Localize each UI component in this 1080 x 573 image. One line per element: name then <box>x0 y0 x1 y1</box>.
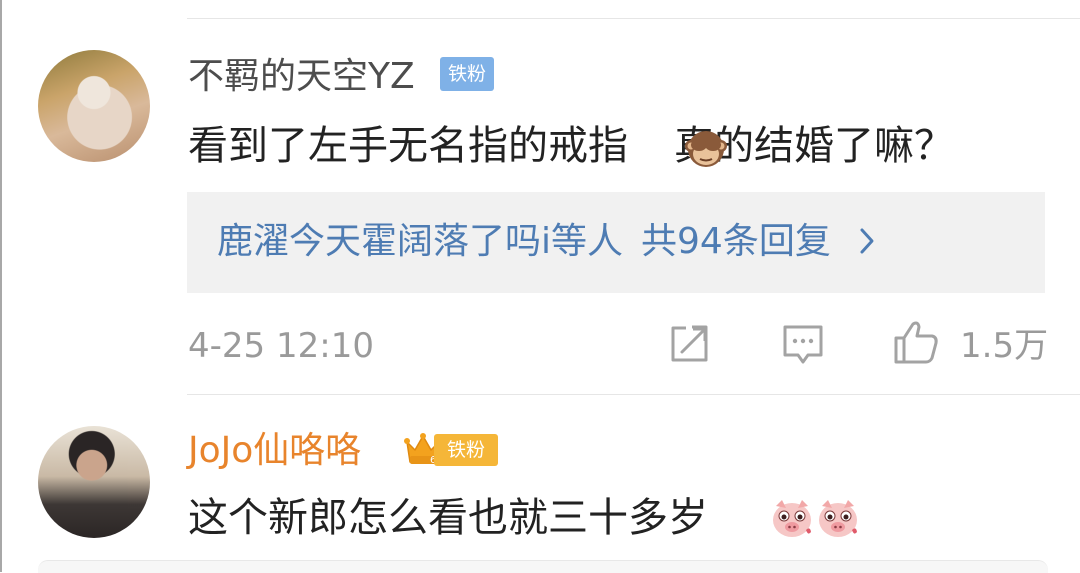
pig-face-icon <box>773 500 811 537</box>
avatar[interactable] <box>38 50 150 162</box>
comment-text-part: 看到了左手无名指的戒指 <box>188 123 628 169</box>
avatar[interactable] <box>38 426 150 538</box>
comment-input-bar[interactable] <box>38 560 1048 573</box>
fan-badge: 铁粉 <box>440 57 494 91</box>
fan-badge-label: 铁粉 <box>434 434 498 466</box>
comment-username[interactable]: 不羁的天空YZ <box>188 55 415 99</box>
comment-timestamp: 4-25 12:10 <box>188 326 374 366</box>
comment-username[interactable]: JoJo仙咯咯 <box>188 429 361 473</box>
share-icon[interactable] <box>668 322 712 366</box>
reply-count[interactable]: 共94条回复 <box>641 221 831 262</box>
reply-summary[interactable]: 鹿濯今天霍阔落了吗i等人 共94条回复 <box>187 192 1045 293</box>
reply-participants[interactable]: 鹿濯今天霍阔落了吗i等人 <box>217 221 623 262</box>
comment-text: 这个新郎怎么看也就三十多岁 <box>188 495 708 541</box>
monkey-see-no-evil-icon <box>685 131 727 167</box>
like-count[interactable]: 1.5万 <box>960 325 1048 367</box>
chevron-right-icon <box>860 228 874 254</box>
screen-edge <box>0 0 2 572</box>
thumbs-up-icon[interactable] <box>892 318 940 366</box>
reply-summary-text[interactable]: 鹿濯今天霍阔落了吗i等人 共94条回复 <box>217 217 878 267</box>
fan-badge: 6 铁粉 <box>404 432 498 468</box>
comment-text: 看到了左手无名指的戒指 真的结婚了嘛？ <box>188 121 954 171</box>
divider <box>187 18 1080 19</box>
divider <box>187 394 1080 395</box>
pig-face-icon <box>819 500 857 537</box>
comment-icon[interactable] <box>781 322 825 366</box>
